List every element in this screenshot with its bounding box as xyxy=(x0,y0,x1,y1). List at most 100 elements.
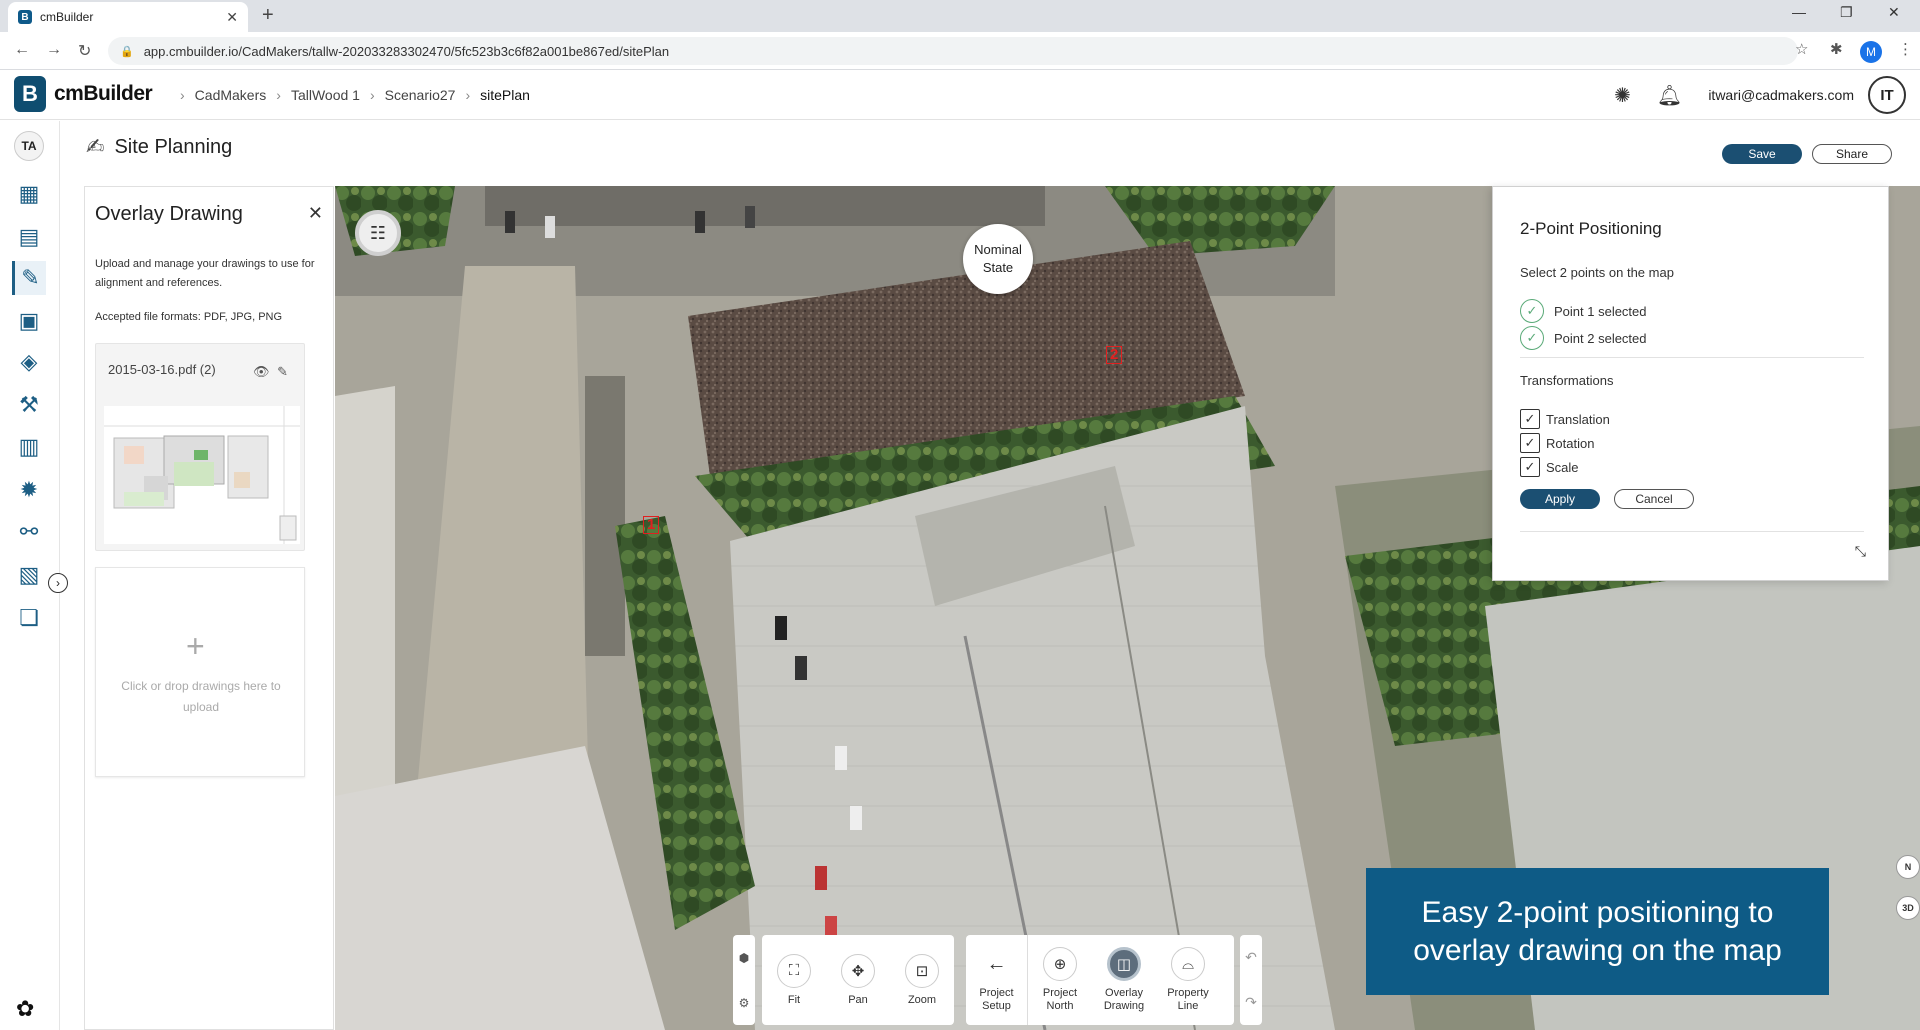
fit-label: Fit xyxy=(787,993,801,1006)
restore-icon[interactable]: ❐ xyxy=(1840,4,1853,21)
left-nav-rail: TA ▦ ▤ ✎ ▣ ◈ ⚒ ▥ ✹ ⚯ ▧ ❏ › ✿ xyxy=(0,121,68,1030)
app-favicon: B xyxy=(18,10,32,24)
analysis-icon[interactable]: ▤ xyxy=(12,220,46,254)
minimize-icon[interactable]: — xyxy=(1792,4,1806,20)
layers-icon[interactable]: ◈ xyxy=(12,345,46,379)
project-north-tool[interactable]: ⊕ Project North xyxy=(1028,935,1092,1025)
site-tools: ← Project Setup ⊕ Project North ◫ Overla… xyxy=(966,935,1234,1025)
dashboard-icon[interactable]: ▦ xyxy=(12,177,46,211)
settings-gear-icon[interactable]: ⚙ xyxy=(739,996,750,1010)
expand-rail-icon[interactable]: › xyxy=(48,573,68,593)
apps-grid-icon[interactable]: ✿ xyxy=(16,996,34,1022)
pan-tool[interactable]: ✥ Pan xyxy=(826,935,890,1025)
north-orientation-button[interactable]: N xyxy=(1896,855,1920,879)
redo-icon[interactable]: ↷ xyxy=(1245,994,1257,1011)
report-icon[interactable]: ▧ xyxy=(12,558,46,592)
extensions-icon[interactable]: ✱ xyxy=(1830,40,1843,58)
scale-checkbox[interactable]: ✓ Scale xyxy=(1520,457,1579,477)
point-marker-2[interactable]: 2 xyxy=(1106,346,1123,364)
panel-title: Overlay Drawing xyxy=(95,203,243,225)
dropzone-text: Click or drop drawings here to upload xyxy=(121,679,281,714)
reload-icon[interactable]: ↻ xyxy=(78,41,91,61)
pan-label: Pan xyxy=(848,993,868,1006)
checkbox-checked-icon[interactable]: ✓ xyxy=(1520,409,1540,429)
cancel-button[interactable]: Cancel xyxy=(1614,489,1694,509)
cube-icon[interactable]: ⬢ xyxy=(739,951,749,965)
forward-icon[interactable]: → xyxy=(46,41,62,59)
hierarchy-icon[interactable]: ⚯ xyxy=(12,515,46,549)
breadcrumb-project[interactable]: TallWood 1 xyxy=(291,87,360,103)
collapse-dialog-icon[interactable]: ⤡ xyxy=(1855,543,1866,560)
notifications-bell-icon[interactable]: 🔔︎ xyxy=(1657,83,1682,108)
bookmark-star-icon[interactable]: ☆ xyxy=(1795,40,1808,58)
nominal-state-badge[interactable]: Nominal State xyxy=(963,224,1033,294)
floorplan-icon[interactable]: ▥ xyxy=(12,430,46,464)
scale-label: Scale xyxy=(1546,459,1579,475)
project-north-label: Project North xyxy=(1042,987,1078,1012)
browser-menu-icon[interactable]: ⋮ xyxy=(1898,40,1913,58)
breadcrumb-separator-icon: › xyxy=(369,87,375,103)
view-3d-button[interactable]: 3D xyxy=(1896,896,1920,920)
breadcrumb-separator-icon: › xyxy=(276,87,281,103)
browser-tabbar: B cmBuilder ✕ + — ❐ ✕ xyxy=(0,0,1920,32)
back-icon[interactable]: ← xyxy=(14,41,30,59)
save-button[interactable]: Save xyxy=(1722,144,1802,164)
overlay-drawing-label: Overlay Drawing xyxy=(1103,987,1145,1012)
zoom-tool[interactable]: ⊡ Zoom xyxy=(890,935,954,1025)
nominal-state-line1: Nominal xyxy=(974,242,1022,257)
share-button[interactable]: Share xyxy=(1812,144,1892,164)
new-tab-icon[interactable]: + xyxy=(262,4,274,27)
rotation-label: Rotation xyxy=(1546,435,1595,451)
overlay-drawing-panel: Overlay Drawing ✕ Upload and manage your… xyxy=(84,186,334,1030)
promo-banner: Easy 2-point positioning to overlay draw… xyxy=(1366,868,1829,995)
edit-pencil-icon[interactable]: ✎ xyxy=(277,364,288,379)
browser-profile-avatar[interactable]: M xyxy=(1860,41,1882,63)
url-field[interactable]: 🔒 app.cmbuilder.io/CadMakers/tallw-20203… xyxy=(108,37,1798,65)
upload-dropzone[interactable]: + Click or drop drawings here to upload xyxy=(95,567,305,777)
checkbox-checked-icon[interactable]: ✓ xyxy=(1520,433,1540,453)
breadcrumb-org[interactable]: CadMakers xyxy=(195,87,267,103)
property-line-icon: ⌓ xyxy=(1171,947,1205,981)
drawing-file-name: 2015-03-16.pdf (2) xyxy=(108,362,216,377)
point2-label: Point 2 selected xyxy=(1554,330,1647,346)
property-line-tool[interactable]: ⌓ Property Line xyxy=(1156,935,1220,1025)
site-planning-icon[interactable]: ✎ xyxy=(12,261,46,295)
point-marker-1[interactable]: 1 xyxy=(643,516,660,534)
accepted-formats: Accepted file formats: PDF, JPG, PNG xyxy=(95,311,283,323)
tools-icon[interactable]: ⚒ xyxy=(12,388,46,422)
overlay-drawing-tool[interactable]: ◫ Overlay Drawing xyxy=(1092,935,1156,1025)
schedule-icon[interactable]: ▣ xyxy=(12,304,46,338)
close-window-icon[interactable]: ✕ xyxy=(1888,4,1900,21)
lock-icon: 🔒 xyxy=(120,45,134,58)
settings-icon[interactable]: ✹ xyxy=(12,473,46,507)
close-tab-icon[interactable]: ✕ xyxy=(226,9,238,26)
undo-icon[interactable]: ↶ xyxy=(1245,949,1257,966)
rotation-checkbox[interactable]: ✓ Rotation xyxy=(1520,433,1594,453)
user-email[interactable]: itwari@cadmakers.com xyxy=(1708,87,1854,103)
breadcrumb-current: sitePlan xyxy=(480,87,530,103)
breadcrumb-scenario[interactable]: Scenario27 xyxy=(385,87,456,103)
dialog-instruction: Select 2 points on the map xyxy=(1520,265,1674,280)
divider xyxy=(1520,357,1864,358)
browser-tab[interactable]: B cmBuilder ✕ xyxy=(8,2,248,32)
announcements-icon[interactable]: ✺ xyxy=(1614,83,1631,108)
view-mode-toggle: ⬢ ⚙ xyxy=(733,935,755,1025)
tab-title: cmBuilder xyxy=(40,10,94,24)
eye-icon[interactable]: 👁︎ xyxy=(253,364,270,379)
project-setup-tool[interactable]: ← Project Setup xyxy=(966,935,1028,1025)
check-circle-icon: ✓ xyxy=(1520,299,1544,323)
documents-icon[interactable]: ❏ xyxy=(12,601,46,635)
team-avatar[interactable]: TA xyxy=(14,131,44,161)
apply-button[interactable]: Apply xyxy=(1520,489,1600,509)
checkbox-checked-icon[interactable]: ✓ xyxy=(1520,457,1540,477)
drawing-file-card[interactable]: 2015-03-16.pdf (2) 👁︎ ✎ xyxy=(95,343,305,551)
layer-tree-button[interactable]: ☷ xyxy=(355,210,401,256)
translation-label: Translation xyxy=(1546,411,1610,427)
translation-checkbox[interactable]: ✓ Translation xyxy=(1520,409,1610,429)
navigation-tools: ⛶ Fit ✥ Pan ⊡ Zoom xyxy=(762,935,954,1025)
close-panel-icon[interactable]: ✕ xyxy=(308,203,323,224)
fit-tool[interactable]: ⛶ Fit xyxy=(762,935,826,1025)
address-bar: ← → ↻ 🔒 app.cmbuilder.io/CadMakers/tallw… xyxy=(0,32,1920,70)
user-avatar[interactable]: IT xyxy=(1868,76,1906,114)
app-logo[interactable]: B cmBuilder xyxy=(14,76,153,112)
